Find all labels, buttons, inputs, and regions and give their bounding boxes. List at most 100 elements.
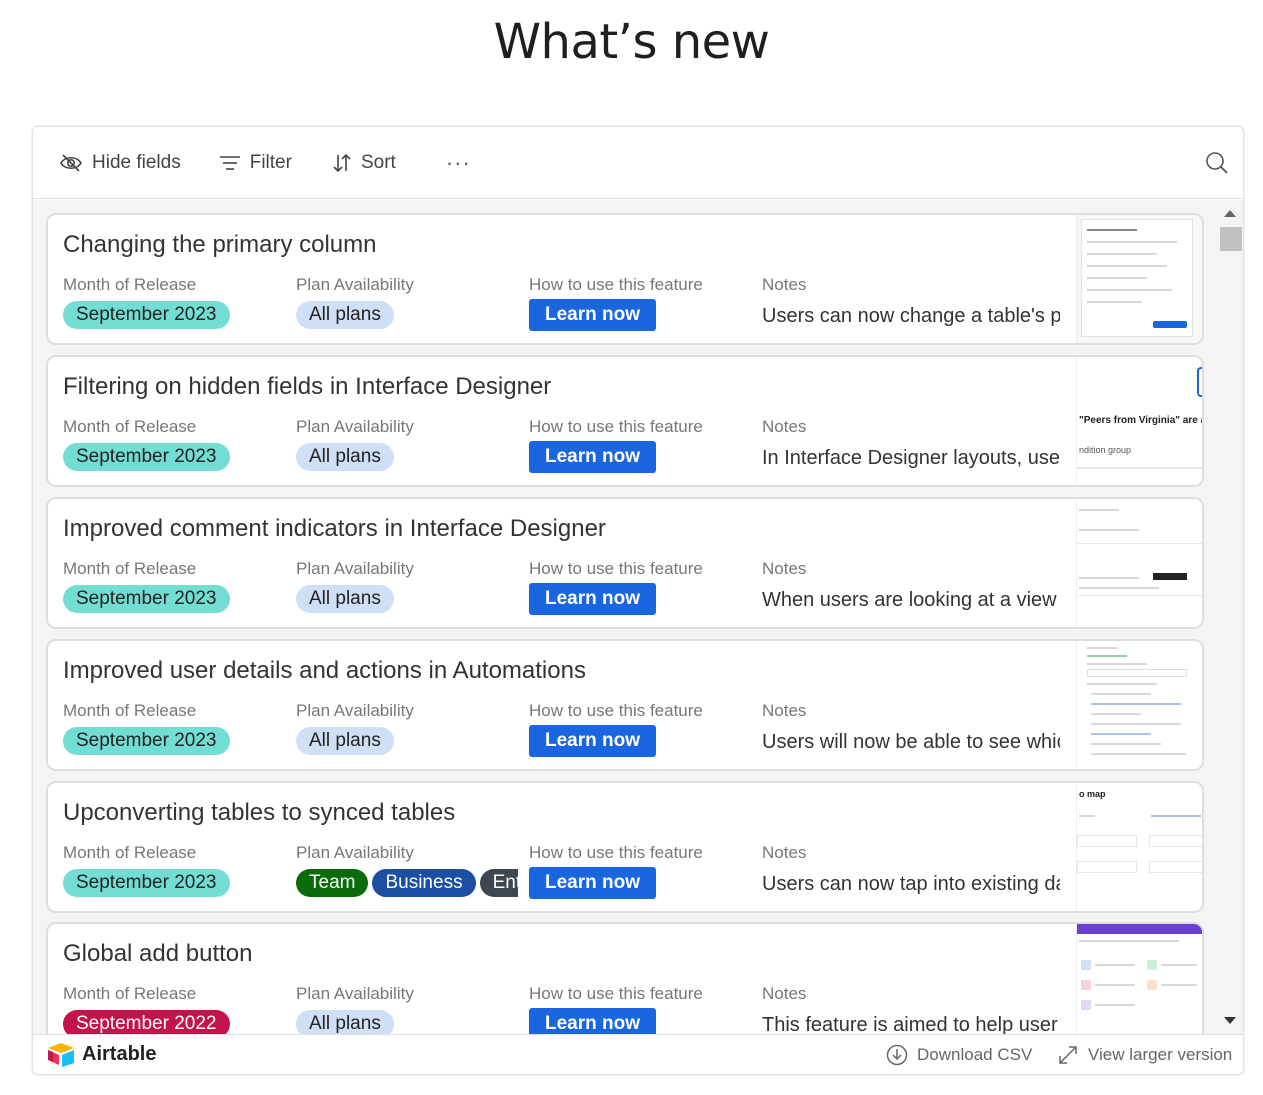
plan-pill: All plans: [296, 585, 394, 613]
plan-label: Plan Availability: [296, 701, 414, 720]
filter-button[interactable]: Filter: [219, 152, 292, 174]
month-label: Month of Release: [63, 417, 197, 436]
notes-text: Users can now change a table's p: [762, 305, 1060, 327]
learn-now-button[interactable]: Learn now: [529, 299, 657, 331]
more-options-button[interactable]: ···: [446, 150, 471, 176]
thumb-caption: "Peers from Virginia" are ac: [1079, 415, 1202, 426]
plan-pill: All plans: [296, 301, 394, 329]
thumb-caption: ndition group: [1079, 445, 1132, 455]
record-list: Changing the primary column Month of Rel…: [33, 200, 1243, 1034]
notes-label: Notes: [762, 984, 807, 1003]
feature-screenshot-thumbnail: [1076, 215, 1202, 343]
notes-text: When users are looking at a view: [762, 589, 1057, 611]
notes-label: Notes: [762, 701, 807, 720]
howto-label: How to use this feature: [529, 843, 703, 862]
download-csv-label: Download CSV: [917, 1045, 1033, 1064]
record-card[interactable]: Changing the primary column Month of Rel…: [46, 213, 1204, 345]
feature-screenshot-thumbnail: o map: [1076, 783, 1202, 911]
plan-label: Plan Availability: [296, 843, 414, 862]
learn-now-button[interactable]: Learn now: [529, 1008, 657, 1034]
learn-now-button[interactable]: Learn now: [529, 867, 657, 899]
thumb-caption: o map: [1079, 789, 1106, 799]
notes-label: Notes: [762, 417, 807, 436]
vertical-scrollbar[interactable]: [1216, 200, 1243, 1034]
record-title: Upconverting tables to synced tables: [63, 799, 456, 826]
month-label: Month of Release: [63, 559, 197, 578]
download-icon: [886, 1044, 908, 1066]
month-label: Month of Release: [63, 275, 197, 294]
record-title: Changing the primary column: [63, 231, 377, 258]
view-larger-label: View larger version: [1088, 1045, 1233, 1064]
plan-pill: All plans: [296, 727, 394, 755]
notes-label: Notes: [762, 275, 807, 294]
expand-icon: [1059, 1046, 1077, 1064]
search-icon: [1206, 152, 1228, 174]
airtable-logo-icon: [48, 1043, 74, 1067]
eye-slash-icon: [60, 153, 82, 172]
plan-label: Plan Availability: [296, 559, 414, 578]
record-card[interactable]: Improved comment indicators in Interface…: [46, 497, 1204, 629]
feature-screenshot-thumbnail: [1076, 499, 1202, 627]
howto-label: How to use this feature: [529, 701, 703, 720]
howto-label: How to use this feature: [529, 559, 703, 578]
view-toolbar: Hide fields Filter Sort ···: [33, 127, 1243, 199]
plan-label: Plan Availability: [296, 984, 414, 1003]
howto-label: How to use this feature: [529, 417, 703, 436]
plan-pill: All plans: [296, 443, 394, 471]
scroll-down-arrow-icon[interactable]: [1224, 1017, 1236, 1024]
learn-now-button[interactable]: Learn now: [529, 441, 657, 473]
notes-text: Users can now tap into existing da: [762, 873, 1060, 895]
airtable-brand-name: Airtable: [82, 1042, 157, 1065]
plan-pill-team: Team: [296, 869, 369, 897]
notes-label: Notes: [762, 559, 807, 578]
record-card[interactable]: Improved user details and actions in Aut…: [46, 639, 1204, 771]
feature-screenshot-thumbnail: [1076, 924, 1202, 1034]
view-larger-version-link[interactable]: View larger version: [1057, 1044, 1232, 1066]
month-label: Month of Release: [63, 984, 197, 1003]
notes-text: In Interface Designer layouts, user: [762, 447, 1060, 469]
airtable-embed: Hide fields Filter Sort ··· Changing the…: [32, 126, 1244, 1075]
plan-label: Plan Availability: [296, 417, 414, 436]
month-pill: September 2023: [63, 443, 230, 471]
month-pill: September 2023: [63, 585, 230, 613]
month-pill: September 2022: [63, 1010, 230, 1034]
hide-fields-button[interactable]: Hide fields: [59, 152, 181, 174]
month-label: Month of Release: [63, 843, 197, 862]
month-pill: September 2023: [63, 869, 230, 897]
scroll-up-arrow-icon[interactable]: [1224, 210, 1236, 217]
filter-icon: [219, 155, 240, 170]
notes-text: This feature is aimed to help user: [762, 1014, 1058, 1034]
search-button[interactable]: [1205, 151, 1229, 180]
howto-label: How to use this feature: [529, 275, 703, 294]
record-card[interactable]: Filtering on hidden fields in Interface …: [46, 355, 1204, 487]
learn-now-button[interactable]: Learn now: [529, 583, 657, 615]
record-title: Improved comment indicators in Interface…: [63, 515, 606, 542]
learn-now-button[interactable]: Learn now: [529, 725, 657, 757]
feature-screenshot-thumbnail: [1076, 641, 1202, 769]
month-label: Month of Release: [63, 701, 197, 720]
record-title: Filtering on hidden fields in Interface …: [63, 373, 552, 400]
filter-label: Filter: [249, 151, 292, 173]
notes-label: Notes: [762, 843, 807, 862]
record-title: Global add button: [63, 940, 253, 967]
embed-footer: Airtable Download CSV View larger versio…: [33, 1034, 1243, 1074]
scrollbar-thumb[interactable]: [1220, 227, 1242, 251]
plan-pill-business: Business: [372, 869, 476, 897]
sort-button[interactable]: Sort: [332, 152, 396, 174]
page-title: What’s new: [493, 14, 770, 70]
airtable-logo[interactable]: Airtable: [46, 1041, 156, 1067]
record-card[interactable]: Global add button Month of Release Plan …: [46, 922, 1204, 1034]
sort-icon: [333, 153, 351, 172]
plan-label: Plan Availability: [296, 275, 414, 294]
download-csv-link[interactable]: Download CSV: [886, 1044, 1032, 1066]
record-title: Improved user details and actions in Aut…: [63, 657, 586, 684]
month-pill: September 2023: [63, 727, 230, 755]
feature-screenshot-thumbnail: "Peers from Virginia" are ac ndition gro…: [1076, 357, 1202, 485]
plan-pill: All plans: [296, 1010, 394, 1034]
hide-fields-label: Hide fields: [92, 151, 181, 173]
record-card[interactable]: Upconverting tables to synced tables Mon…: [46, 781, 1204, 913]
month-pill: September 2023: [63, 301, 230, 329]
notes-text: Users will now be able to see whic: [762, 731, 1060, 753]
howto-label: How to use this feature: [529, 984, 703, 1003]
plan-pill-enterprise: Enterprise: [479, 869, 518, 897]
